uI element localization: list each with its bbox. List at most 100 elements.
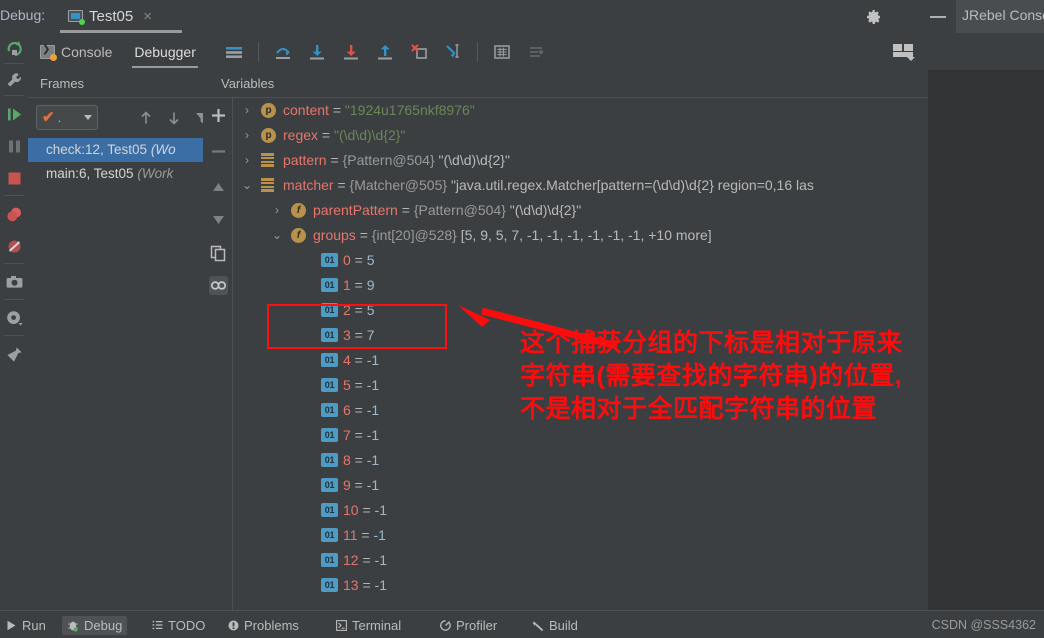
move-up-icon[interactable] — [209, 178, 228, 197]
variable-row[interactable]: 01 2 = 5 — [233, 298, 928, 323]
variable-row[interactable]: › p regex = "(\d\d)\d{2}" — [233, 123, 928, 148]
variable-label: regex = "(\d\d)\d{2}" — [283, 127, 406, 143]
status-debug[interactable]: Debug — [62, 616, 128, 635]
frames-up-icon[interactable] — [138, 110, 154, 126]
step-over-icon[interactable] — [273, 42, 293, 62]
variable-label: 6 = -1 — [343, 402, 380, 418]
layout-settings-icon[interactable] — [893, 42, 915, 62]
pause-program-icon[interactable] — [5, 137, 24, 156]
gear-icon[interactable] — [866, 9, 882, 25]
step-into-icon[interactable] — [307, 42, 327, 62]
variable-row[interactable]: › f parentPattern = {Pattern@504} "(\d\d)\… — [233, 198, 928, 223]
run-icon — [7, 620, 16, 631]
variable-row[interactable]: 01 13 = -1 — [233, 573, 928, 595]
minimize-icon[interactable] — [930, 16, 946, 18]
status-todo-label: TODO — [168, 618, 206, 633]
status-terminal[interactable]: Terminal — [336, 616, 401, 635]
frames-panel: ✔ . check:12, Test05 (Wo main:6, Test05 … — [28, 98, 208, 610]
expand-arrow-icon[interactable]: › — [271, 202, 283, 218]
variable-row[interactable]: ⌄ f groups = {int[20]@528} [5, 9, 5, 7, -1… — [233, 223, 928, 248]
jrebel-console-label: JRebel Console — [962, 7, 1044, 23]
variable-label: matcher = {Matcher@505} "java.util.regex… — [283, 177, 814, 193]
camera-icon[interactable] — [5, 273, 24, 292]
close-icon[interactable]: × — [143, 8, 152, 25]
move-down-icon[interactable] — [209, 210, 228, 229]
settings-list-icon[interactable] — [526, 42, 546, 62]
status-build[interactable]: Build — [532, 616, 578, 635]
variable-row[interactable]: 01 3 = 7 — [233, 323, 928, 348]
wrench-icon[interactable] — [5, 71, 24, 90]
variable-row[interactable]: 01 4 = -1 — [233, 348, 928, 373]
run-configuration-tab[interactable]: Test05 × — [60, 2, 160, 31]
variable-row[interactable]: ⌄ matcher = {Matcher@505} "java.util.rege… — [233, 173, 928, 198]
array-element-icon: 01 — [321, 278, 338, 292]
variable-row[interactable]: 01 8 = -1 — [233, 448, 928, 473]
variable-label: 3 = 7 — [343, 327, 375, 343]
variables-hscrollbar-track[interactable] — [233, 596, 928, 610]
collapse-arrow-icon[interactable]: ⌄ — [271, 227, 283, 243]
collapse-arrow-icon[interactable]: ⌄ — [241, 177, 253, 193]
remove-watch-icon[interactable] — [209, 142, 228, 161]
variable-row[interactable]: 01 1 = 9 — [233, 273, 928, 298]
variable-row[interactable]: 01 0 = 5 — [233, 248, 928, 273]
expand-arrow-icon[interactable]: › — [241, 152, 253, 168]
variable-label: 12 = -1 — [343, 552, 387, 568]
add-watch-icon[interactable] — [209, 106, 228, 125]
thread-selector[interactable]: ✔ . — [36, 105, 98, 130]
frame-row-check[interactable]: check:12, Test05 (Wo — [28, 138, 203, 162]
run-to-cursor-icon[interactable] — [443, 42, 463, 62]
view-breakpoints-icon[interactable] — [5, 205, 24, 224]
field-icon — [261, 178, 274, 192]
parameter-icon: p — [261, 103, 276, 118]
status-todo[interactable]: TODO — [152, 616, 205, 635]
frames-down-icon[interactable] — [166, 110, 182, 126]
run-config-icon — [68, 10, 85, 25]
evaluate-expression-icon[interactable] — [492, 42, 512, 62]
variable-label: pattern = {Pattern@504} "(\d\d)\d{2}" — [283, 152, 510, 168]
force-step-into-icon[interactable] — [341, 42, 361, 62]
status-build-label: Build — [549, 618, 578, 633]
variable-row[interactable]: 01 9 = -1 — [233, 473, 928, 498]
tab-debugger[interactable]: Debugger — [132, 33, 198, 70]
variable-row[interactable]: › pattern = {Pattern@504} "(\d\d)\d{2}" — [233, 148, 928, 173]
pin-icon[interactable] — [5, 345, 24, 364]
expand-arrow-icon[interactable]: › — [241, 102, 253, 118]
variable-row[interactable]: 01 10 = -1 — [233, 498, 928, 523]
variables-vscrollbar-track[interactable] — [913, 98, 927, 595]
array-element-icon: 01 — [321, 578, 338, 592]
settings-gear-icon[interactable] — [5, 309, 24, 328]
variable-label: 10 = -1 — [343, 502, 387, 518]
rerun-icon[interactable] — [5, 39, 24, 58]
variable-row[interactable]: 01 5 = -1 — [233, 373, 928, 398]
drop-frame-icon[interactable] — [409, 42, 429, 62]
expand-arrow-icon[interactable]: › — [241, 127, 253, 143]
variable-row[interactable]: 01 6 = -1 — [233, 398, 928, 423]
variable-label: 7 = -1 — [343, 427, 380, 443]
tab-console[interactable]: Console — [38, 33, 114, 70]
variable-label: groups = {int[20]@528} [5, 9, 5, 7, -1, … — [313, 227, 712, 243]
status-profiler[interactable]: Profiler — [440, 616, 497, 635]
status-problems[interactable]: Problems — [228, 616, 299, 635]
toolbar-separator-2 — [477, 41, 478, 62]
variable-row[interactable]: 01 11 = -1 — [233, 523, 928, 548]
watches-icon[interactable] — [209, 276, 228, 295]
variable-row[interactable]: 01 12 = -1 — [233, 548, 928, 573]
variable-label: 8 = -1 — [343, 452, 380, 468]
show-execution-point-icon[interactable] — [224, 42, 244, 62]
variables-panel-header: Variables — [203, 70, 928, 98]
step-out-icon[interactable] — [375, 42, 395, 62]
variable-label: 13 = -1 — [343, 577, 387, 593]
mute-breakpoints-icon[interactable] — [5, 237, 24, 256]
thread-label: . — [57, 110, 62, 125]
debug-icon — [68, 621, 78, 632]
chevron-down-icon — [84, 115, 92, 120]
stop-icon[interactable] — [5, 169, 24, 188]
frame-row-main[interactable]: main:6, Test05 (Work — [28, 162, 203, 186]
variable-row[interactable]: › p content = "1924u1765nkf8976" — [233, 98, 928, 123]
array-element-icon: 01 — [321, 428, 338, 442]
variable-row[interactable]: 01 7 = -1 — [233, 423, 928, 448]
status-run[interactable]: Run — [6, 616, 46, 635]
right-empty-area — [928, 70, 1044, 610]
resume-program-icon[interactable] — [5, 105, 24, 124]
copy-icon[interactable] — [209, 244, 228, 263]
